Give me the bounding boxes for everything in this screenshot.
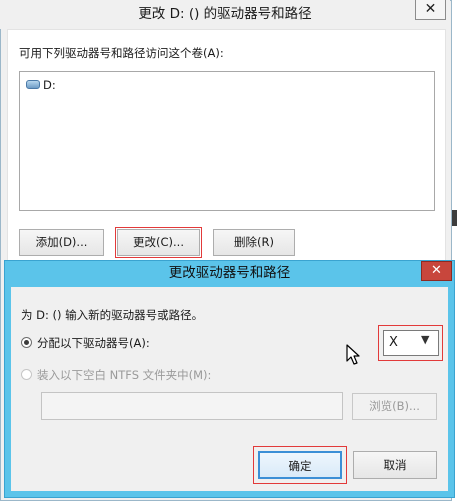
folder-path-input[interactable] [41,392,343,420]
drive-path-list[interactable] [19,71,435,211]
outer-close-button[interactable]: ✕ [415,0,446,20]
add-button[interactable]: 添加(D)... [19,229,104,256]
drive-letter-value: X [389,335,398,350]
radio-selected-dot [24,340,29,345]
outer-dialog-title: 更改 D: () 的驱动器号和路径 [0,0,450,29]
mouse-cursor-icon [346,344,360,365]
mount-folder-radio[interactable] [21,369,32,380]
assign-letter-label[interactable]: 分配以下驱动器号(A): [37,335,150,351]
delete-button[interactable]: 删除(R) [213,229,295,256]
inner-close-button[interactable]: ✕ [421,261,452,281]
chevron-down-icon[interactable]: ▼ [421,333,429,346]
ok-button[interactable]: 确定 [258,451,342,479]
cancel-button[interactable]: 取消 [353,451,437,479]
change-button[interactable]: 更改(C)... [117,229,200,256]
drive-list-item[interactable]: D: [43,78,56,92]
drive-letter-prompt: 为 D: () 输入新的驱动器号或路径。 [21,308,204,322]
mount-folder-label[interactable]: 装入以下空白 NTFS 文件夹中(M): [37,367,211,383]
volume-paths-label: 可用下列驱动器号和路径访问这个卷(A): [19,46,224,60]
browse-button[interactable]: 浏览(B)... [352,393,437,420]
inner-dialog-title: 更改驱动器号和路径 [168,265,291,281]
drive-icon [26,80,40,89]
background-window-edge [452,210,457,226]
